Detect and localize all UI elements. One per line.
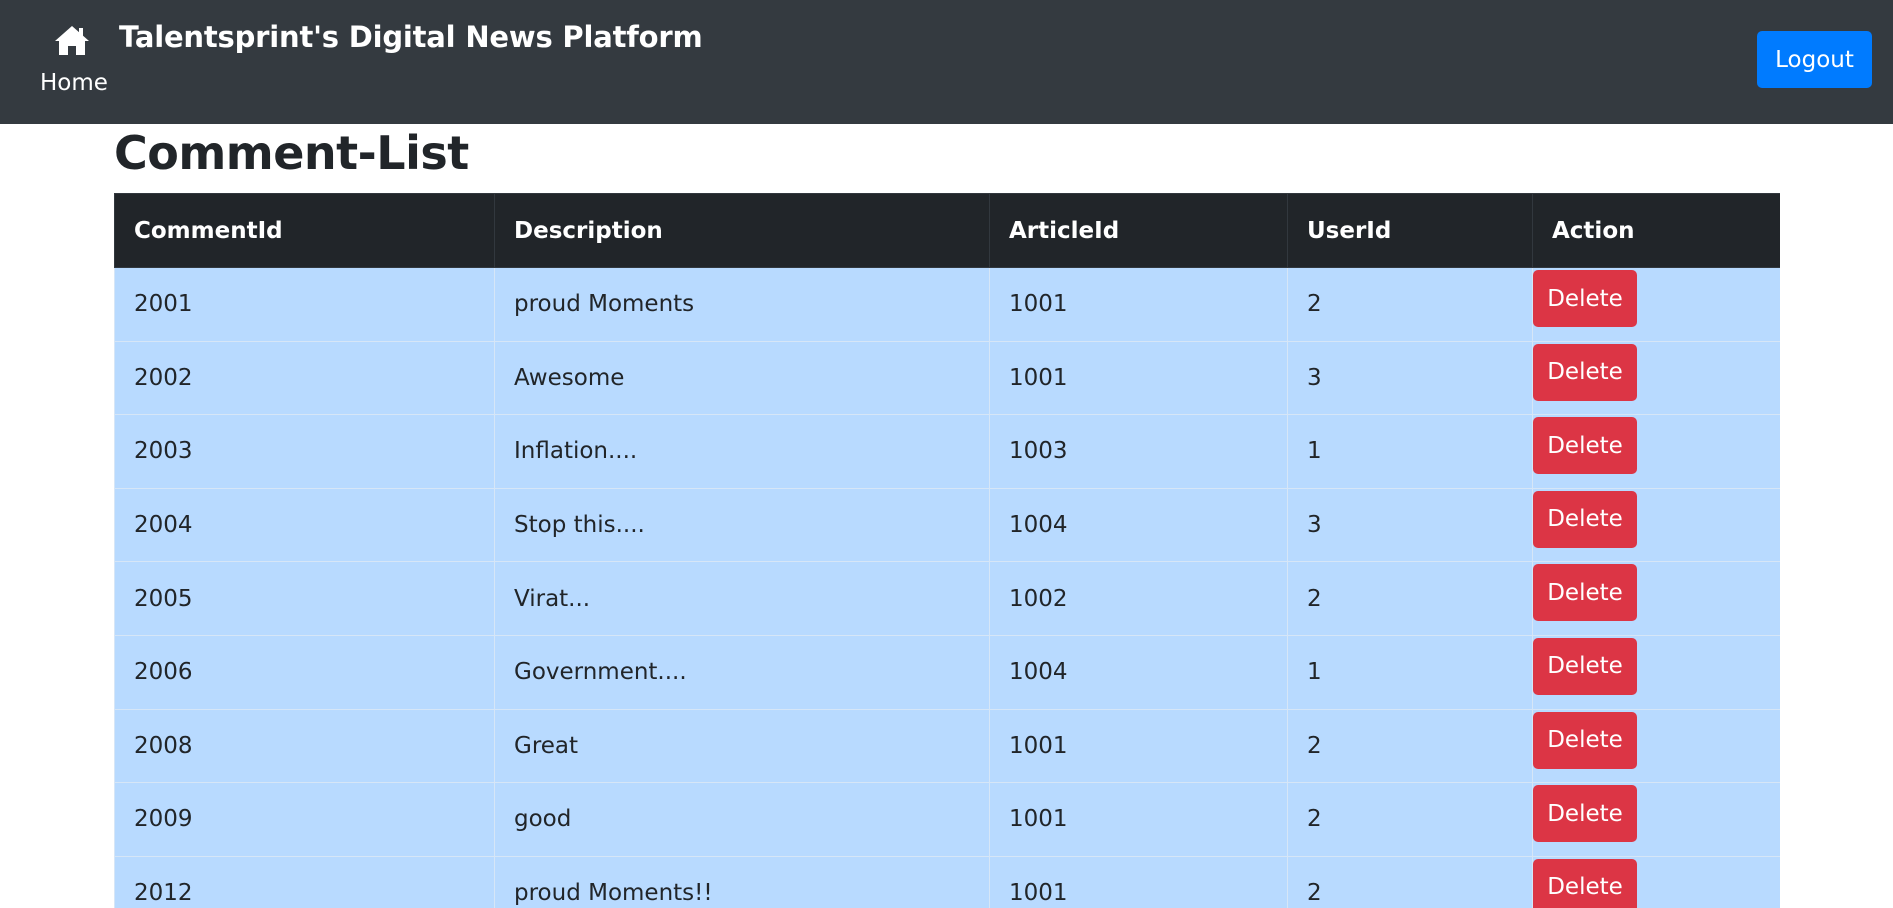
cell-comment-id: 2004 <box>114 487 495 563</box>
cell-user-id: 2 <box>1287 561 1533 636</box>
cell-user-id: 1 <box>1287 634 1533 710</box>
cell-action: Delete <box>1532 561 1780 636</box>
table-row: 2012 proud Moments!! 1001 2 Delete <box>114 855 1780 908</box>
cell-action: Delete <box>1532 487 1780 563</box>
brand-title[interactable]: Talentsprint's Digital News Platform <box>119 20 703 54</box>
cell-comment-id: 2005 <box>114 561 495 636</box>
table-row: 2002 Awesome 1001 3 Delete <box>114 340 1780 416</box>
header-action: Action <box>1532 193 1780 268</box>
header-user-id: UserId <box>1287 193 1533 268</box>
cell-action: Delete <box>1532 340 1780 416</box>
delete-button[interactable]: Delete <box>1533 343 1637 401</box>
delete-button[interactable]: Delete <box>1533 417 1637 475</box>
cell-user-id: 2 <box>1287 855 1533 908</box>
cell-description: Virat... <box>494 561 990 636</box>
header-description: Description <box>494 193 990 268</box>
cell-action: Delete <box>1532 855 1780 908</box>
page-title: Comment-List <box>114 126 469 180</box>
delete-button[interactable]: Delete <box>1533 785 1637 843</box>
cell-comment-id: 2006 <box>114 634 495 710</box>
cell-comment-id: 2008 <box>114 708 495 784</box>
table-row: 2003 Inflation.... 1003 1 Delete <box>114 414 1780 489</box>
cell-article-id: 1004 <box>989 634 1288 710</box>
delete-button[interactable]: Delete <box>1533 858 1637 908</box>
cell-description: good <box>494 782 990 857</box>
cell-action: Delete <box>1532 708 1780 784</box>
delete-button[interactable]: Delete <box>1533 637 1637 695</box>
cell-comment-id: 2001 <box>114 267 495 342</box>
delete-button[interactable]: Delete <box>1533 564 1637 622</box>
table-row: 2009 good 1001 2 Delete <box>114 782 1780 857</box>
table-row: 2001 proud Moments 1001 2 Delete <box>114 267 1780 342</box>
top-navbar: Talentsprint's Digital News Platform Hom… <box>0 0 1893 124</box>
cell-description: proud Moments <box>494 267 990 342</box>
table-row: 2004 Stop this.... 1004 3 Delete <box>114 487 1780 563</box>
table-row: 2006 Government.... 1004 1 Delete <box>114 634 1780 710</box>
comment-table-container: CommentId Description ArticleId UserId A… <box>114 193 1780 908</box>
table-body: 2001 proud Moments 1001 2 Delete 2002 Awesome 1… <box>114 267 1780 908</box>
cell-comment-id: 2012 <box>114 855 495 908</box>
cell-article-id: 1001 <box>989 782 1288 857</box>
cell-description: Stop this.... <box>494 487 990 563</box>
delete-button[interactable]: Delete <box>1533 711 1637 769</box>
cell-article-id: 1001 <box>989 340 1288 416</box>
logout-button[interactable]: Logout <box>1757 31 1872 88</box>
cell-description: Inflation.... <box>494 414 990 489</box>
table-row: 2008 Great 1001 2 Delete <box>114 708 1780 784</box>
cell-user-id: 2 <box>1287 267 1533 342</box>
cell-article-id: 1001 <box>989 267 1288 342</box>
table-row: 2005 Virat... 1002 2 Delete <box>114 561 1780 636</box>
cell-article-id: 1003 <box>989 414 1288 489</box>
cell-comment-id: 2009 <box>114 782 495 857</box>
cell-description: Awesome <box>494 340 990 416</box>
delete-button[interactable]: Delete <box>1533 490 1637 548</box>
cell-user-id: 3 <box>1287 487 1533 563</box>
cell-article-id: 1001 <box>989 708 1288 784</box>
home-icon[interactable] <box>54 24 90 56</box>
cell-article-id: 1002 <box>989 561 1288 636</box>
cell-comment-id: 2003 <box>114 414 495 489</box>
comment-table: CommentId Description ArticleId UserId A… <box>114 193 1780 908</box>
cell-user-id: 1 <box>1287 414 1533 489</box>
cell-user-id: 2 <box>1287 782 1533 857</box>
cell-description: Great <box>494 708 990 784</box>
cell-article-id: 1001 <box>989 855 1288 908</box>
home-link[interactable]: Home <box>40 70 108 96</box>
home-icon-graphic <box>55 26 89 55</box>
delete-button[interactable]: Delete <box>1533 270 1637 327</box>
header-comment-id: CommentId <box>114 193 495 268</box>
cell-article-id: 1004 <box>989 487 1288 563</box>
cell-description: Government.... <box>494 634 990 710</box>
cell-action: Delete <box>1532 782 1780 857</box>
cell-user-id: 3 <box>1287 340 1533 416</box>
cell-action: Delete <box>1532 634 1780 710</box>
table-header-row: CommentId Description ArticleId UserId A… <box>114 193 1780 268</box>
cell-description: proud Moments!! <box>494 855 990 908</box>
cell-action: Delete <box>1532 414 1780 489</box>
cell-action: Delete <box>1532 267 1780 342</box>
cell-user-id: 2 <box>1287 708 1533 784</box>
table-header: CommentId Description ArticleId UserId A… <box>114 193 1780 268</box>
cell-comment-id: 2002 <box>114 340 495 416</box>
header-article-id: ArticleId <box>989 193 1288 268</box>
